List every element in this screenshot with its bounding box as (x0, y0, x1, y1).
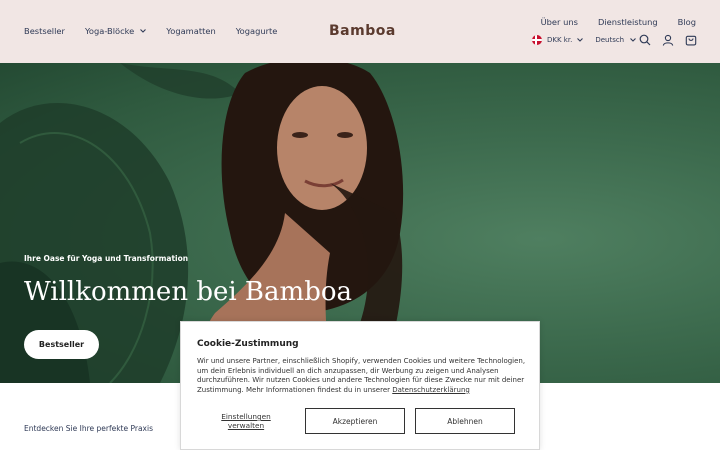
chevron-down-icon (577, 38, 584, 42)
section-heading: Entdecken Sie Ihre perfekte Praxis (24, 424, 153, 433)
currency-selector[interactable]: DKK kr. (532, 35, 584, 45)
nav-bestseller-label: Bestseller (24, 26, 65, 36)
hero-bestseller-button[interactable]: Bestseller (24, 330, 99, 359)
nav-dienstleistung[interactable]: Dienstleistung (598, 17, 658, 27)
cookie-title: Cookie-Zustimmung (197, 339, 299, 349)
privacy-policy-link[interactable]: Datenschutzerklärung (392, 386, 470, 394)
nav-yogagurte[interactable]: Yogagurte (236, 26, 278, 36)
cookie-body: Wir und unsere Partner, einschließlich S… (197, 357, 526, 394)
nav-yogamatten[interactable]: Yogamatten (166, 26, 215, 36)
account-icon[interactable] (662, 34, 674, 46)
locale-selectors: DKK kr. Deutsch (532, 35, 637, 45)
logo[interactable]: Bamboa (329, 23, 396, 39)
denmark-flag-icon (532, 35, 542, 45)
accept-button[interactable]: Akzeptieren (305, 408, 405, 434)
chevron-down-icon (140, 29, 147, 33)
nav-yoga-bloecke[interactable]: Yoga-Blöcke (84, 26, 147, 36)
manage-settings-link[interactable]: Einstellungen verwalten (207, 412, 285, 430)
hero-subtitle: Ihre Oase für Yoga und Transformation (24, 254, 189, 263)
currency-label: DKK kr. (547, 36, 573, 44)
site-header: Bestseller Yoga-Blöcke Yogamatten Yogagu… (0, 0, 720, 63)
nav-bestseller[interactable]: Bestseller (24, 26, 65, 36)
secondary-nav: Über uns Dienstleistung Blog (521, 17, 696, 27)
nav-yogagurte-label: Yogagurte (235, 26, 278, 36)
nav-yogamatten-label: Yogamatten (166, 26, 216, 36)
search-icon[interactable] (639, 34, 651, 46)
nav-ueber-uns[interactable]: Über uns (541, 17, 578, 27)
cart-icon[interactable] (685, 34, 697, 46)
nav-blog[interactable]: Blog (678, 17, 696, 27)
decline-button[interactable]: Ablehnen (415, 408, 515, 434)
cookie-text: Wir und unsere Partner, einschließlich S… (197, 357, 527, 395)
hero-title: Willkommen bei Bamboa (24, 277, 352, 307)
cookie-consent-dialog: Cookie-Zustimmung Wir und unsere Partner… (180, 321, 540, 450)
nav-yoga-bloecke-label: Yoga-Blöcke (84, 26, 135, 36)
main-nav: Bestseller Yoga-Blöcke Yogamatten Yogagu… (24, 26, 297, 36)
chevron-down-icon (630, 38, 637, 42)
language-selector[interactable]: Deutsch (595, 36, 637, 44)
language-label: Deutsch (595, 36, 625, 44)
